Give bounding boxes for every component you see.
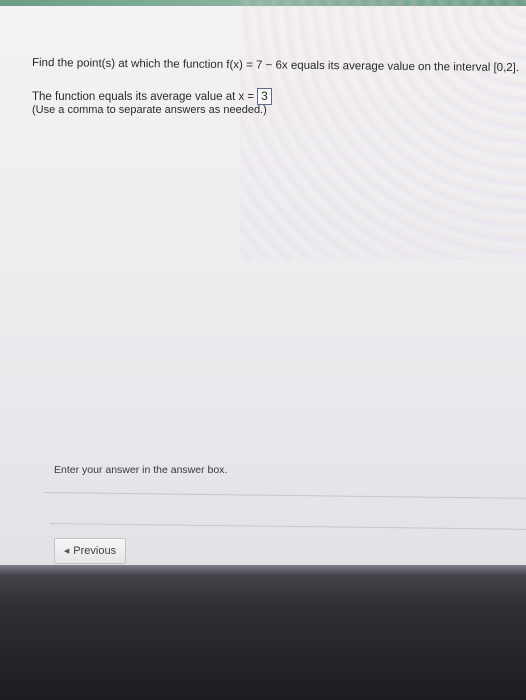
divider xyxy=(49,523,526,530)
previous-label: Previous xyxy=(73,545,117,557)
monitor-bezel xyxy=(0,565,526,700)
triangle-left-icon: ◀ xyxy=(63,548,70,555)
answer-hint: (Use a comma to separate answers as need… xyxy=(32,104,267,116)
screen: Find the point(s) at which the function … xyxy=(0,0,526,570)
instruction-text: Enter your answer in the answer box. xyxy=(54,464,228,476)
divider xyxy=(44,492,526,499)
top-bar xyxy=(0,0,526,6)
answer-line: The function equals its average value at… xyxy=(32,88,272,105)
bezel-highlight xyxy=(0,565,526,575)
question-text: Find the point(s) at which the function … xyxy=(31,57,520,75)
photo-frame: Find the point(s) at which the function … xyxy=(0,0,526,700)
answer-prefix: The function equals its average value at… xyxy=(32,90,255,103)
screen-moire xyxy=(240,0,526,260)
previous-button[interactable]: ◀ Previous xyxy=(54,538,126,564)
answer-box[interactable]: 3 xyxy=(257,88,272,105)
